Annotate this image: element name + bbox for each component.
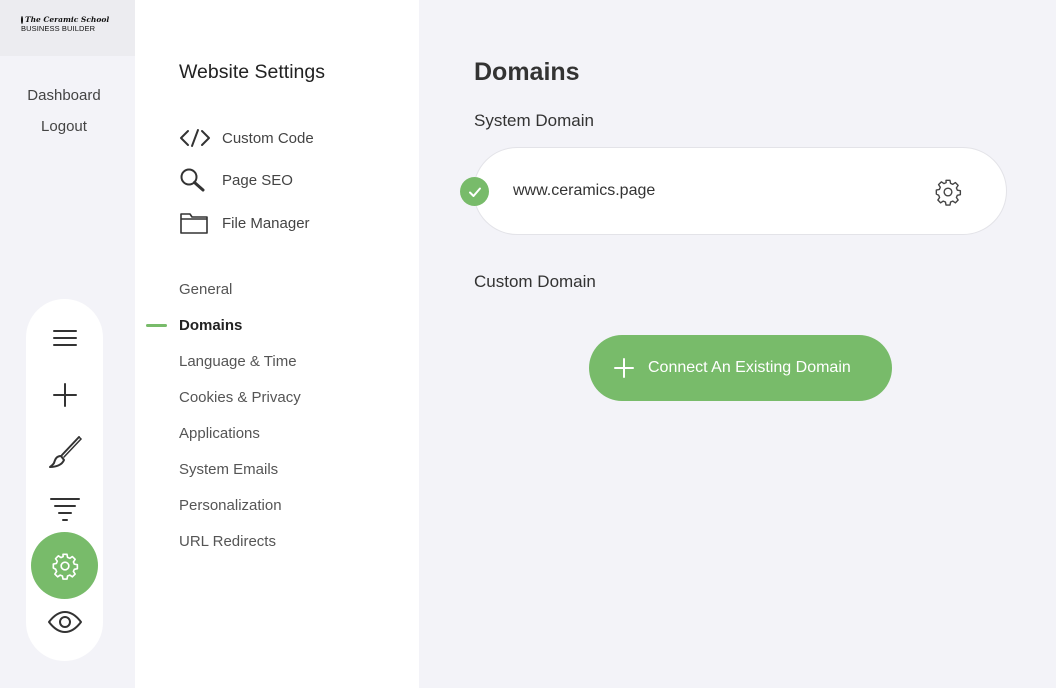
logo-line-2: BUSINESS BUILDER (21, 24, 96, 33)
filter-button[interactable] (31, 483, 98, 535)
nav-item-applications[interactable]: Applications (179, 425, 260, 442)
page-seo-link[interactable]: Page SEO (179, 166, 293, 194)
editor-toolbar (26, 299, 103, 661)
hamburger-menu-icon (52, 330, 77, 346)
plus-icon (52, 383, 77, 407)
settings-button[interactable] (31, 532, 98, 599)
nav-item-system-emails[interactable]: System Emails (179, 461, 278, 478)
settings-panel: Website Settings Custom Code Page SEO Fi… (135, 0, 419, 688)
app-root: The Ceramic School BUSINESS BUILDER Dash… (0, 0, 1056, 688)
page-seo-label: Page SEO (222, 171, 293, 189)
verified-status-badge (460, 177, 489, 206)
custom-code-link[interactable]: Custom Code (179, 124, 314, 152)
system-domain-heading: System Domain (474, 111, 594, 130)
system-domain-card: www.ceramics.page (473, 147, 1007, 235)
menu-button[interactable] (31, 312, 98, 364)
dashboard-link[interactable]: Dashboard (0, 87, 128, 104)
left-rail: The Ceramic School BUSINESS BUILDER Dash… (0, 0, 135, 688)
add-button[interactable] (31, 369, 98, 421)
page-title: Domains (474, 58, 580, 86)
nav-item-language-time[interactable]: Language & Time (179, 353, 297, 370)
logo-area[interactable]: The Ceramic School BUSINESS BUILDER (0, 0, 135, 56)
logo-mark-icon (21, 15, 23, 24)
folder-icon (180, 213, 208, 234)
gear-icon (52, 553, 78, 580)
logout-link[interactable]: Logout (0, 118, 128, 135)
connect-domain-label: Connect An Existing Domain (648, 359, 851, 376)
active-nav-indicator (146, 324, 167, 327)
plus-icon (614, 358, 634, 378)
nav-item-url-redirects[interactable]: URL Redirects (179, 533, 276, 550)
search-icon (180, 168, 205, 192)
system-domain-url: www.ceramics.page (513, 182, 656, 199)
gear-icon (935, 179, 962, 206)
custom-domain-heading: Custom Domain (474, 272, 596, 291)
brush-icon (48, 436, 82, 468)
filter-icon (49, 498, 80, 521)
domain-settings-button[interactable] (934, 178, 962, 206)
eye-icon (47, 611, 82, 633)
checkmark-icon (468, 187, 481, 197)
nav-item-domains[interactable]: Domains (179, 317, 242, 334)
nav-item-personalization[interactable]: Personalization (179, 497, 282, 514)
file-manager-link[interactable]: File Manager (179, 209, 310, 237)
nav-item-general[interactable]: General (179, 281, 232, 298)
design-button[interactable] (31, 426, 98, 478)
panel-title: Website Settings (179, 61, 325, 83)
nav-item-cookies-privacy[interactable]: Cookies & Privacy (179, 389, 301, 406)
connect-existing-domain-button[interactable]: Connect An Existing Domain (589, 335, 892, 401)
custom-code-label: Custom Code (222, 129, 314, 147)
logo-line-1: The Ceramic School (25, 15, 110, 24)
code-icon (180, 129, 210, 147)
file-manager-label: File Manager (222, 214, 310, 232)
preview-button[interactable] (31, 596, 98, 648)
brand-logo: The Ceramic School BUSINESS BUILDER (21, 15, 109, 35)
